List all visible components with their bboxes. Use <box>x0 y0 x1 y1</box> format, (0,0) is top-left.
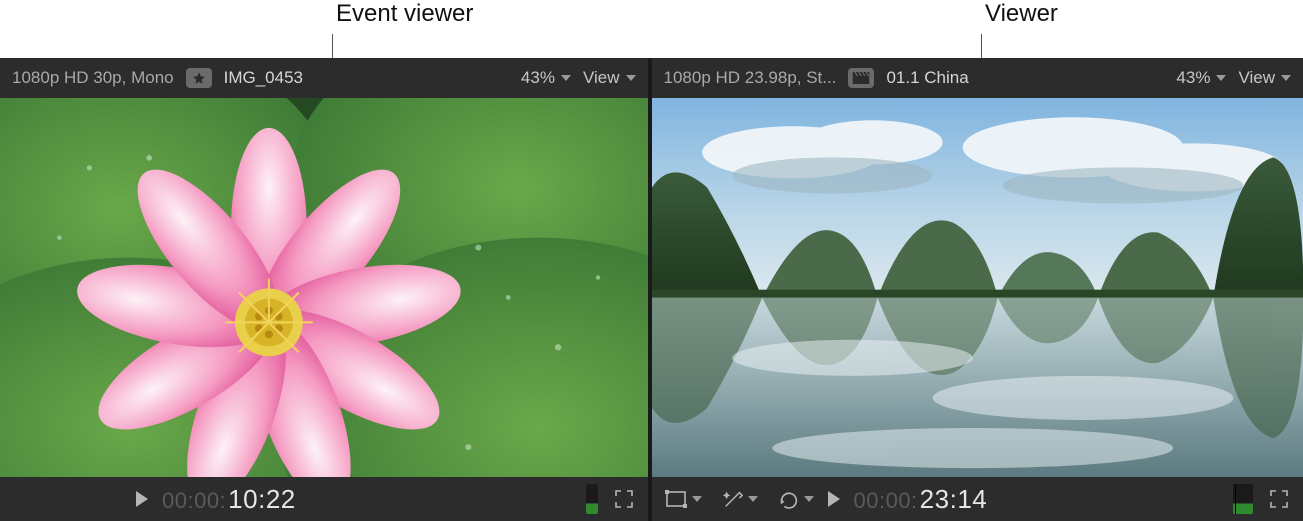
view-dropdown[interactable]: View <box>583 68 636 88</box>
dual-viewer-container: 1080p HD 30p, Mono IMG_0453 43% View <box>0 58 1303 521</box>
event-viewer-footer: 00:00:10:22 <box>0 477 648 521</box>
retime-tool[interactable] <box>778 488 814 510</box>
project-preview-image <box>652 98 1303 477</box>
chevron-down-icon <box>1281 75 1291 81</box>
viewer-panel: 1080p HD 23.98p, St... 01.1 China 43% Vi… <box>652 58 1303 521</box>
event-viewer-header: 1080p HD 30p, Mono IMG_0453 43% View <box>0 58 648 98</box>
view-label: View <box>1238 68 1275 88</box>
fullscreen-button[interactable] <box>612 488 636 510</box>
audio-meter[interactable] <box>586 484 598 514</box>
annotation-labels: Event viewer Viewer <box>0 0 1303 58</box>
clip-format: 1080p HD 30p, Mono <box>12 68 174 88</box>
viewer-canvas[interactable] <box>652 98 1303 477</box>
favorite-clip-icon <box>186 68 212 88</box>
viewer-tick <box>981 34 982 58</box>
timecode-display[interactable]: 00:00:10:22 <box>162 484 296 515</box>
timecode-display[interactable]: 00:00:23:14 <box>854 484 988 515</box>
zoom-dropdown[interactable]: 43% <box>521 68 571 88</box>
chevron-down-icon <box>1216 75 1226 81</box>
event-viewer-panel: 1080p HD 30p, Mono IMG_0453 43% View <box>0 58 652 521</box>
fullscreen-button[interactable] <box>1267 488 1291 510</box>
event-viewer-tick <box>332 34 333 58</box>
play-button[interactable] <box>136 491 148 507</box>
viewer-footer: 00:00:23:14 <box>652 477 1303 521</box>
timecode-prefix: 00:00: <box>162 488 226 514</box>
play-button[interactable] <box>828 491 840 507</box>
zoom-value: 43% <box>1176 68 1210 88</box>
chevron-down-icon <box>561 75 571 81</box>
enhance-tool[interactable] <box>722 488 758 510</box>
event-viewer-label: Event viewer <box>336 0 473 28</box>
clip-preview-image <box>0 98 648 477</box>
viewer-tools <box>664 488 814 510</box>
zoom-value: 43% <box>521 68 555 88</box>
event-viewer-canvas[interactable] <box>0 98 648 477</box>
clapperboard-icon <box>848 68 874 88</box>
chevron-down-icon <box>748 496 758 502</box>
timecode-value: 10:22 <box>228 484 296 515</box>
chevron-down-icon <box>804 496 814 502</box>
viewer-header: 1080p HD 23.98p, St... 01.1 China 43% Vi… <box>652 58 1303 98</box>
view-label: View <box>583 68 620 88</box>
clip-name: IMG_0453 <box>224 68 303 88</box>
timecode-prefix: 00:00: <box>854 488 918 514</box>
view-dropdown[interactable]: View <box>1238 68 1291 88</box>
project-name: 01.1 China <box>886 68 968 88</box>
viewer-label: Viewer <box>985 0 1058 28</box>
chevron-down-icon <box>692 496 702 502</box>
zoom-dropdown[interactable]: 43% <box>1176 68 1226 88</box>
project-format: 1080p HD 23.98p, St... <box>664 68 837 88</box>
chevron-down-icon <box>626 75 636 81</box>
timecode-value: 23:14 <box>920 484 988 515</box>
transform-tool[interactable] <box>664 489 702 509</box>
audio-meter[interactable] <box>1233 484 1253 514</box>
